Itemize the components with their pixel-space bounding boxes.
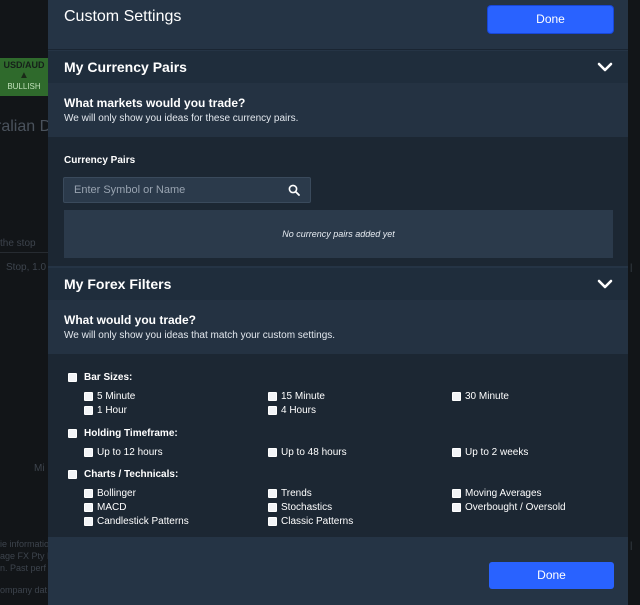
background-text: Mi — [34, 463, 45, 474]
section-title: My Currency Pairs — [64, 59, 187, 75]
option-checkbox-5-minute[interactable] — [84, 392, 93, 401]
background-text: the stop — [0, 238, 36, 249]
charts-technicals-group-label: Charts / Technicals: — [84, 469, 179, 480]
option-checkbox-candlestick-patterns[interactable] — [84, 517, 93, 526]
section-title: My Forex Filters — [64, 276, 172, 292]
footer-line: n. Past perf — [0, 563, 47, 573]
option-label: Trends — [281, 488, 312, 499]
holding-timeframe-group-checkbox[interactable] — [68, 429, 77, 438]
option-checkbox-1-hour[interactable] — [84, 406, 93, 415]
background-title: ralian D — [0, 118, 48, 135]
option-label: 4 Hours — [281, 405, 317, 416]
option-checkbox-up-to-48-hours[interactable] — [268, 448, 277, 457]
option-label: MACD — [97, 502, 127, 513]
chevron-down-icon[interactable] — [596, 277, 614, 291]
currency-pairs-intro: What markets would you trade? We will on… — [48, 83, 628, 137]
intro-question: What markets would you trade? — [64, 96, 246, 110]
intro-question: What would you trade? — [64, 313, 196, 327]
option-label: Up to 2 weeks — [465, 447, 529, 458]
option-checkbox-15-minute[interactable] — [268, 392, 277, 401]
done-button[interactable]: Done — [488, 6, 613, 33]
option-label: Classic Patterns — [281, 516, 354, 527]
option-label: 5 Minute — [97, 391, 136, 402]
option-label: Candlestick Patterns — [97, 516, 189, 527]
option-label: 30 Minute — [465, 391, 509, 402]
bar-sizes-group-checkbox[interactable] — [68, 373, 77, 382]
option-checkbox-4-hours[interactable] — [268, 406, 277, 415]
intro-subtitle: We will only show you ideas that match y… — [64, 330, 336, 341]
background-page-left: USD/AUD ▲ BULLISH ralian D the stop Stop… — [0, 0, 48, 605]
option-label: Up to 48 hours — [281, 447, 347, 458]
footer-line: ie informatio — [0, 539, 48, 549]
option-checkbox-trends[interactable] — [268, 489, 277, 498]
background-text-fragment: | — [630, 262, 633, 272]
arrow-up-icon: ▲ — [19, 70, 29, 81]
symbol-search-box — [63, 177, 311, 203]
currency-pairs-empty-state: No currency pairs added yet — [64, 210, 613, 258]
option-checkbox-30-minute[interactable] — [452, 392, 461, 401]
background-text-fragment: | — [630, 540, 633, 550]
option-checkbox-up-to-12-hours[interactable] — [84, 448, 93, 457]
background-text: Stop, 1.0 — [6, 262, 47, 273]
background-footer-text: ompany dat — [0, 585, 48, 595]
option-label: Moving Averages — [465, 488, 542, 499]
charts-technicals-group-checkbox[interactable] — [68, 470, 77, 479]
custom-settings-modal: Custom Settings Done My Currency Pairs W… — [48, 0, 628, 605]
option-label: Stochastics — [281, 502, 333, 513]
option-checkbox-macd[interactable] — [84, 503, 93, 512]
option-checkbox-stochastics[interactable] — [268, 503, 277, 512]
intro-subtitle: We will only show you ideas for these cu… — [64, 113, 299, 124]
background-page-right: | | — [628, 0, 640, 605]
done-button-footer[interactable]: Done — [489, 562, 614, 589]
currency-pairs-section-header[interactable]: My Currency Pairs — [48, 51, 628, 83]
holding-timeframe-group-label: Holding Timeframe: — [84, 428, 178, 439]
bar-sizes-group-label: Bar Sizes: — [84, 372, 133, 383]
option-checkbox-moving-averages[interactable] — [452, 489, 461, 498]
option-label: 15 Minute — [281, 391, 325, 402]
option-checkbox-classic-patterns[interactable] — [268, 517, 277, 526]
option-checkbox-up-to-2-weeks[interactable] — [452, 448, 461, 457]
modal-title: Custom Settings — [64, 8, 182, 25]
background-footer-text: ie informatio age FX Pty L n. Past perf — [0, 538, 48, 574]
currency-pairs-label: Currency Pairs — [64, 155, 136, 166]
forex-filters-intro: What would you trade? We will only show … — [48, 300, 628, 354]
search-icon[interactable] — [288, 184, 300, 196]
footer-line: age FX Pty L — [0, 551, 48, 561]
background-ticker-badge: USD/AUD ▲ BULLISH — [0, 58, 48, 96]
option-label: 1 Hour — [97, 405, 128, 416]
forex-filters-panel: Bar Sizes: 5 Minute 15 Minute 30 Minute … — [48, 354, 628, 537]
option-checkbox-bollinger[interactable] — [84, 489, 93, 498]
option-label: Up to 12 hours — [97, 447, 163, 458]
option-label: Bollinger — [97, 488, 136, 499]
symbol-search-input[interactable] — [64, 178, 279, 202]
forex-filters-section-header[interactable]: My Forex Filters — [48, 268, 628, 300]
option-label: Overbought / Oversold — [465, 502, 566, 513]
option-checkbox-overbought-oversold[interactable] — [452, 503, 461, 512]
currency-pairs-panel: Currency Pairs No currency pairs added y… — [48, 137, 628, 266]
background-divider — [0, 252, 48, 253]
chevron-down-icon[interactable] — [596, 60, 614, 74]
modal-header: Custom Settings Done — [48, 0, 628, 50]
ticker-signal: BULLISH — [7, 82, 41, 91]
